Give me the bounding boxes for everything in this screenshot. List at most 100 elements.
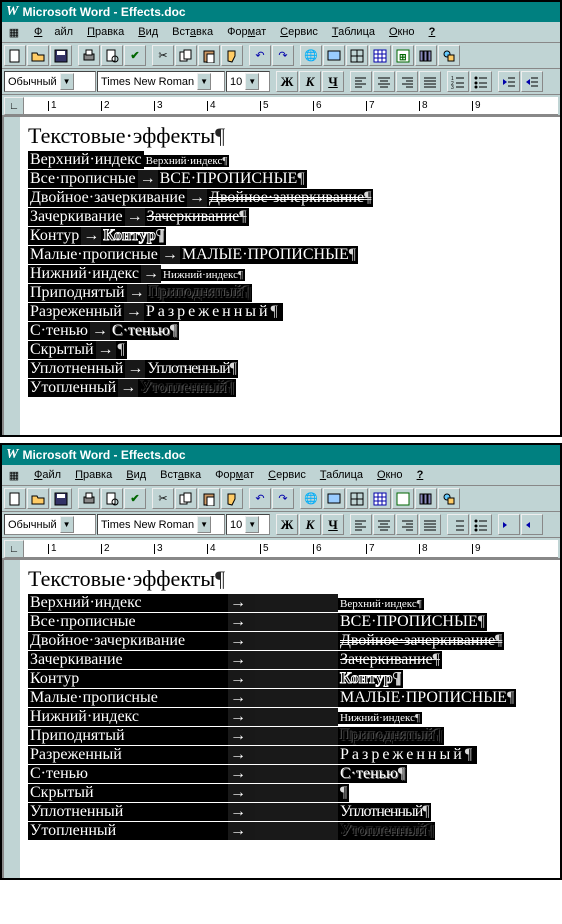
cut-button[interactable]: ✂ [152, 488, 174, 509]
format-painter-button[interactable] [221, 45, 243, 66]
align-center-button[interactable] [373, 514, 395, 535]
decrease-indent-button[interactable] [498, 71, 520, 92]
menu-view[interactable]: Вид [132, 24, 164, 40]
titlebar[interactable]: W Microsoft Word - Effects.doc [2, 445, 560, 465]
increase-indent-button[interactable] [521, 71, 543, 92]
open-button[interactable] [27, 488, 49, 509]
font-size-combo[interactable]: 10▼ [226, 71, 270, 92]
align-left-button[interactable] [350, 71, 372, 92]
style-combo[interactable]: Обычный▼ [4, 514, 96, 535]
numbered-list-button[interactable]: 123 [447, 71, 469, 92]
menu-table[interactable]: Таблица [314, 467, 369, 483]
insert-table-button[interactable] [369, 488, 391, 509]
bullet-list-button[interactable] [470, 514, 492, 535]
bullet-list-button[interactable] [470, 71, 492, 92]
underline-button[interactable]: Ч [322, 71, 344, 92]
menu-table[interactable]: Таблица [326, 24, 381, 40]
redo-button[interactable]: ↷ [272, 45, 294, 66]
menu-edit[interactable]: Правка [81, 24, 130, 40]
menu-file[interactable]: Файл [28, 24, 79, 40]
horizontal-ruler[interactable]: 1 2 3 4 5 6 7 8 9 [24, 97, 558, 115]
tables-borders-button[interactable] [346, 45, 368, 66]
excel-button[interactable]: ⊞ [392, 45, 414, 66]
align-left-button[interactable] [350, 514, 372, 535]
menu-help[interactable]: ? [411, 467, 430, 483]
spellcheck-button[interactable]: ✔ [124, 45, 146, 66]
print-button[interactable] [78, 45, 100, 66]
menu-view[interactable]: Вид [120, 467, 152, 483]
menubar: ▦ Файл Правка Вид Вставка Формат Сервис … [2, 22, 560, 43]
format-painter-button[interactable] [221, 488, 243, 509]
columns-button[interactable] [415, 488, 437, 509]
italic-button[interactable]: К [299, 71, 321, 92]
system-menu-icon[interactable]: ▦ [6, 467, 22, 483]
style-combo[interactable]: Обычный▼ [4, 71, 96, 92]
copy-button[interactable] [175, 45, 197, 66]
font-combo[interactable]: Times New Roman▼ [97, 514, 225, 535]
document-area[interactable]: Текстовые·эффекты Верхний·индекс→Верхний… [2, 558, 560, 878]
columns-button[interactable] [415, 45, 437, 66]
paste-button[interactable] [198, 45, 220, 66]
justify-button[interactable] [419, 71, 441, 92]
undo-button[interactable]: ↶ [249, 488, 271, 509]
menu-tools[interactable]: Сервис [274, 24, 324, 40]
decrease-indent-button[interactable] [498, 514, 520, 535]
align-center-button[interactable] [373, 71, 395, 92]
align-right-button[interactable] [396, 514, 418, 535]
font-size-combo[interactable]: 10▼ [226, 514, 270, 535]
font-combo[interactable]: Times New Roman▼ [97, 71, 225, 92]
drawing-button[interactable] [438, 488, 460, 509]
new-doc-button[interactable] [4, 488, 26, 509]
save-button[interactable] [50, 45, 72, 66]
cut-button[interactable]: ✂ [152, 45, 174, 66]
menu-window[interactable]: Окно [371, 467, 409, 483]
excel-button[interactable] [392, 488, 414, 509]
new-doc-button[interactable] [4, 45, 26, 66]
bold-button[interactable]: Ж [276, 71, 298, 92]
drawing-button[interactable] [438, 45, 460, 66]
menu-insert[interactable]: Вставка [166, 24, 219, 40]
tab-selector[interactable]: ∟ [4, 540, 24, 558]
insert-table-button[interactable] [369, 45, 391, 66]
redo-button[interactable]: ↷ [272, 488, 294, 509]
increase-indent-button[interactable] [521, 514, 543, 535]
align-right-button[interactable] [396, 71, 418, 92]
underline-button[interactable]: Ч [322, 514, 344, 535]
system-menu-icon[interactable]: ▦ [6, 24, 22, 40]
open-button[interactable] [27, 45, 49, 66]
copy-button[interactable] [175, 488, 197, 509]
bold-button[interactable]: Ж [276, 514, 298, 535]
print-preview-button[interactable] [101, 488, 123, 509]
tab-selector[interactable]: ∟ [4, 97, 24, 115]
numbered-list-button[interactable] [447, 514, 469, 535]
web-toolbar-button[interactable] [323, 488, 345, 509]
print-button[interactable] [78, 488, 100, 509]
undo-button[interactable]: ↶ [249, 45, 271, 66]
save-button[interactable] [50, 488, 72, 509]
menu-help[interactable]: ? [423, 24, 442, 40]
menu-format[interactable]: Формат [209, 467, 260, 483]
web-toolbar-button[interactable] [323, 45, 345, 66]
menu-insert[interactable]: Вставка [154, 467, 207, 483]
menu-format[interactable]: Формат [221, 24, 272, 40]
hyperlink-button[interactable]: 🌐 [300, 45, 322, 66]
paste-button[interactable] [198, 488, 220, 509]
horizontal-ruler[interactable]: 1 2 3 4 5 6 7 8 9 [24, 540, 558, 558]
hyperlink-button[interactable]: 🌐 [300, 488, 322, 509]
document-page[interactable]: Текстовые·эффекты Верхний·индексВерхний·… [4, 117, 560, 435]
menu-window[interactable]: Окно [383, 24, 421, 40]
italic-button[interactable]: К [299, 514, 321, 535]
word-window-1: W Microsoft Word - Effects.doc ▦ Файл Пр… [0, 0, 562, 437]
justify-button[interactable] [419, 514, 441, 535]
menu-file[interactable]: Файл [28, 467, 67, 483]
menu-edit[interactable]: Правка [69, 467, 118, 483]
document-page[interactable]: Текстовые·эффекты Верхний·индекс→Верхний… [4, 560, 560, 878]
titlebar[interactable]: W Microsoft Word - Effects.doc [2, 2, 560, 22]
document-area[interactable]: Текстовые·эффекты Верхний·индексВерхний·… [2, 115, 560, 435]
print-preview-button[interactable] [101, 45, 123, 66]
tables-borders-button[interactable] [346, 488, 368, 509]
effect-row: Верхний·индекс→Верхний·индекс [28, 594, 550, 612]
menu-tools[interactable]: Сервис [262, 467, 312, 483]
spellcheck-button[interactable]: ✔ [124, 488, 146, 509]
effect-label: Разреженный [28, 303, 124, 321]
